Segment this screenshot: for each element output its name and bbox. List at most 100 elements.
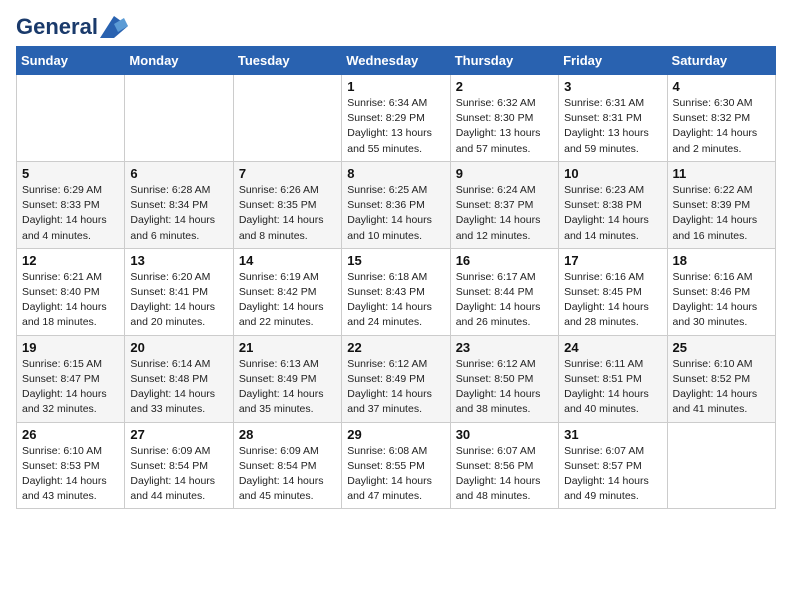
day-info: Sunrise: 6:24 AMSunset: 8:37 PMDaylight:… bbox=[456, 183, 553, 244]
day-number: 14 bbox=[239, 253, 336, 268]
day-number: 8 bbox=[347, 166, 444, 181]
day-info: Sunrise: 6:09 AMSunset: 8:54 PMDaylight:… bbox=[130, 444, 227, 505]
day-info: Sunrise: 6:12 AMSunset: 8:49 PMDaylight:… bbox=[347, 357, 444, 418]
day-number: 21 bbox=[239, 340, 336, 355]
day-number: 23 bbox=[456, 340, 553, 355]
calendar-cell: 31 Sunrise: 6:07 AMSunset: 8:57 PMDayligh… bbox=[559, 422, 667, 509]
day-info: Sunrise: 6:23 AMSunset: 8:38 PMDaylight:… bbox=[564, 183, 661, 244]
calendar-cell: 9Sunrise: 6:24 AMSunset: 8:37 PMDaylight… bbox=[450, 161, 558, 248]
day-number: 1 bbox=[347, 79, 444, 94]
calendar-cell: 26Sunrise: 6:10 AMSunset: 8:53 PMDayligh… bbox=[17, 422, 125, 509]
day-number: 30 bbox=[456, 427, 553, 442]
day-info: Sunrise: 6:26 AMSunset: 8:35 PMDaylight:… bbox=[239, 183, 336, 244]
calendar-week-row: 5 Sunrise: 6:29 AMSunset: 8:33 PMDaylight… bbox=[17, 161, 776, 248]
calendar-table: SundayMondayTuesdayWednesdayThursdayFrid… bbox=[16, 46, 776, 509]
calendar-cell bbox=[667, 422, 775, 509]
calendar-cell: 1 Sunrise: 6:34 AMSunset: 8:29 PMDaylight… bbox=[342, 75, 450, 162]
day-number: 19 bbox=[22, 340, 119, 355]
day-number: 12 bbox=[22, 253, 119, 268]
day-info: Sunrise: 6:18 AMSunset: 8:43 PMDaylight:… bbox=[347, 270, 444, 331]
day-info: Sunrise: 6:32 AMSunset: 8:30 PMDaylight:… bbox=[456, 96, 553, 157]
day-info: Sunrise: 6:19 AMSunset: 8:42 PMDaylight:… bbox=[239, 270, 336, 331]
day-info: Sunrise: 6:07 AMSunset: 8:56 PMDaylight:… bbox=[456, 444, 553, 505]
day-info: Sunrise: 6:31 AMSunset: 8:31 PMDaylight:… bbox=[564, 96, 661, 157]
day-number: 27 bbox=[130, 427, 227, 442]
day-number: 24 bbox=[564, 340, 661, 355]
day-number: 29 bbox=[347, 427, 444, 442]
calendar-cell: 29 Sunrise: 6:08 AMSunset: 8:55 PMDayligh… bbox=[342, 422, 450, 509]
day-info: Sunrise: 6:09 AMSunset: 8:54 PMDaylight:… bbox=[239, 444, 336, 505]
day-info: Sunrise: 6:21 AMSunset: 8:40 PMDaylight:… bbox=[22, 270, 119, 331]
day-number: 15 bbox=[347, 253, 444, 268]
day-number: 3 bbox=[564, 79, 661, 94]
weekday-header-thursday: Thursday bbox=[450, 47, 558, 75]
calendar-cell: 28 Sunrise: 6:09 AMSunset: 8:54 PMDayligh… bbox=[233, 422, 341, 509]
day-number: 18 bbox=[673, 253, 770, 268]
calendar-cell: 11 Sunrise: 6:22 AMSunset: 8:39 PMDayligh… bbox=[667, 161, 775, 248]
calendar-cell: 6 Sunrise: 6:28 AMSunset: 8:34 PMDaylight… bbox=[125, 161, 233, 248]
weekday-header-monday: Monday bbox=[125, 47, 233, 75]
day-number: 4 bbox=[673, 79, 770, 94]
day-info: Sunrise: 6:08 AMSunset: 8:55 PMDaylight:… bbox=[347, 444, 444, 505]
day-number: 2 bbox=[456, 79, 553, 94]
day-number: 16 bbox=[456, 253, 553, 268]
weekday-header-wednesday: Wednesday bbox=[342, 47, 450, 75]
logo: General bbox=[16, 16, 128, 34]
day-number: 5 bbox=[22, 166, 119, 181]
calendar-cell: 5 Sunrise: 6:29 AMSunset: 8:33 PMDaylight… bbox=[17, 161, 125, 248]
day-info: Sunrise: 6:16 AMSunset: 8:46 PMDaylight:… bbox=[673, 270, 770, 331]
calendar-cell: 10 Sunrise: 6:23 AMSunset: 8:38 PMDayligh… bbox=[559, 161, 667, 248]
calendar-cell: 8 Sunrise: 6:25 AMSunset: 8:36 PMDaylight… bbox=[342, 161, 450, 248]
day-info: Sunrise: 6:17 AMSunset: 8:44 PMDaylight:… bbox=[456, 270, 553, 331]
day-number: 11 bbox=[673, 166, 770, 181]
calendar-cell: 15 Sunrise: 6:18 AMSunset: 8:43 PMDayligh… bbox=[342, 248, 450, 335]
calendar-cell: 25Sunrise: 6:10 AMSunset: 8:52 PMDayligh… bbox=[667, 335, 775, 422]
day-info: Sunrise: 6:14 AMSunset: 8:48 PMDaylight:… bbox=[130, 357, 227, 418]
day-info: Sunrise: 6:20 AMSunset: 8:41 PMDaylight:… bbox=[130, 270, 227, 331]
calendar-cell: 19 Sunrise: 6:15 AMSunset: 8:47 PMDayligh… bbox=[17, 335, 125, 422]
day-info: Sunrise: 6:29 AMSunset: 8:33 PMDaylight:… bbox=[22, 183, 119, 244]
page-header: General bbox=[16, 16, 776, 34]
day-info: Sunrise: 6:16 AMSunset: 8:45 PMDaylight:… bbox=[564, 270, 661, 331]
day-number: 20 bbox=[130, 340, 227, 355]
day-info: Sunrise: 6:07 AMSunset: 8:57 PMDaylight:… bbox=[564, 444, 661, 505]
calendar-cell: 24 Sunrise: 6:11 AMSunset: 8:51 PMDayligh… bbox=[559, 335, 667, 422]
day-number: 10 bbox=[564, 166, 661, 181]
calendar-cell bbox=[125, 75, 233, 162]
calendar-cell: 4 Sunrise: 6:30 AMSunset: 8:32 PMDaylight… bbox=[667, 75, 775, 162]
calendar-cell: 21 Sunrise: 6:13 AMSunset: 8:49 PMDayligh… bbox=[233, 335, 341, 422]
weekday-header-friday: Friday bbox=[559, 47, 667, 75]
weekday-header-sunday: Sunday bbox=[17, 47, 125, 75]
calendar-cell: 23Sunrise: 6:12 AMSunset: 8:50 PMDayligh… bbox=[450, 335, 558, 422]
calendar-cell: 16 Sunrise: 6:17 AMSunset: 8:44 PMDayligh… bbox=[450, 248, 558, 335]
calendar-cell: 3 Sunrise: 6:31 AMSunset: 8:31 PMDaylight… bbox=[559, 75, 667, 162]
calendar-week-row: 19 Sunrise: 6:15 AMSunset: 8:47 PMDayligh… bbox=[17, 335, 776, 422]
day-info: Sunrise: 6:10 AMSunset: 8:53 PMDaylight:… bbox=[22, 444, 119, 505]
day-number: 17 bbox=[564, 253, 661, 268]
day-number: 25 bbox=[673, 340, 770, 355]
calendar-cell: 22 Sunrise: 6:12 AMSunset: 8:49 PMDayligh… bbox=[342, 335, 450, 422]
calendar-cell: 7Sunrise: 6:26 AMSunset: 8:35 PMDaylight… bbox=[233, 161, 341, 248]
day-number: 22 bbox=[347, 340, 444, 355]
day-info: Sunrise: 6:11 AMSunset: 8:51 PMDaylight:… bbox=[564, 357, 661, 418]
calendar-week-row: 1 Sunrise: 6:34 AMSunset: 8:29 PMDaylight… bbox=[17, 75, 776, 162]
day-number: 13 bbox=[130, 253, 227, 268]
calendar-header-row: SundayMondayTuesdayWednesdayThursdayFrid… bbox=[17, 47, 776, 75]
day-info: Sunrise: 6:34 AMSunset: 8:29 PMDaylight:… bbox=[347, 96, 444, 157]
day-number: 6 bbox=[130, 166, 227, 181]
weekday-header-tuesday: Tuesday bbox=[233, 47, 341, 75]
calendar-cell bbox=[17, 75, 125, 162]
day-info: Sunrise: 6:28 AMSunset: 8:34 PMDaylight:… bbox=[130, 183, 227, 244]
calendar-cell: 2 Sunrise: 6:32 AMSunset: 8:30 PMDaylight… bbox=[450, 75, 558, 162]
day-info: Sunrise: 6:30 AMSunset: 8:32 PMDaylight:… bbox=[673, 96, 770, 157]
logo-text-general: General bbox=[16, 16, 98, 38]
day-number: 28 bbox=[239, 427, 336, 442]
day-info: Sunrise: 6:13 AMSunset: 8:49 PMDaylight:… bbox=[239, 357, 336, 418]
calendar-week-row: 12 Sunrise: 6:21 AMSunset: 8:40 PMDayligh… bbox=[17, 248, 776, 335]
logo-icon bbox=[100, 16, 128, 38]
day-info: Sunrise: 6:25 AMSunset: 8:36 PMDaylight:… bbox=[347, 183, 444, 244]
day-number: 31 bbox=[564, 427, 661, 442]
day-info: Sunrise: 6:22 AMSunset: 8:39 PMDaylight:… bbox=[673, 183, 770, 244]
calendar-cell: 12 Sunrise: 6:21 AMSunset: 8:40 PMDayligh… bbox=[17, 248, 125, 335]
day-info: Sunrise: 6:15 AMSunset: 8:47 PMDaylight:… bbox=[22, 357, 119, 418]
